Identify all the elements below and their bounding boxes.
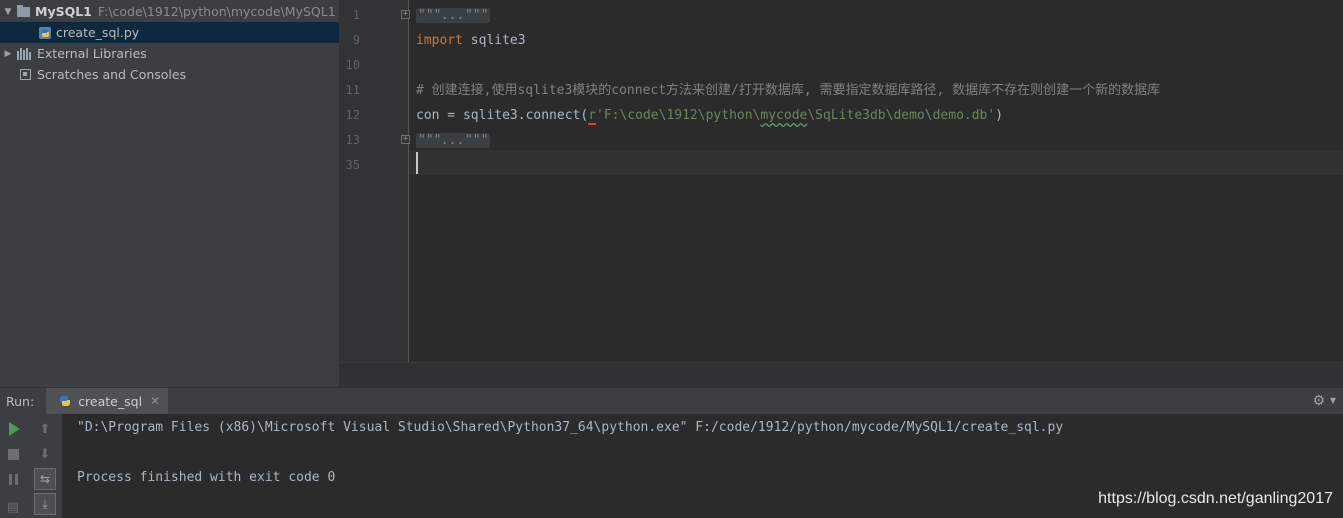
string-literal-end: \SqLite3db\demo\demo.db' — [807, 108, 996, 123]
code-line-13: """...""" — [416, 128, 491, 153]
tree-root-mysql1[interactable]: ▼ MySQL1 F:\code\1912\python\mycode\MySQ… — [0, 1, 339, 22]
soft-wrap-button[interactable]: ⇆ — [34, 468, 56, 490]
code-line-12: con = sqlite3.connect(r'F:\code\1912\pyt… — [416, 103, 1003, 128]
play-icon — [8, 422, 20, 436]
line-number: 13 — [345, 133, 360, 147]
module-name: sqlite3 — [462, 33, 526, 48]
text-cursor — [416, 152, 418, 174]
tree-item-external-libraries[interactable]: ▶ External Libraries — [0, 43, 339, 64]
folded-docstring[interactable]: """...""" — [416, 133, 491, 148]
code-line-1: """...""" — [416, 3, 491, 28]
line-number: 11 — [345, 83, 360, 97]
console-exit-line: Process finished with exit code 0 — [77, 470, 336, 485]
stop-icon — [7, 448, 19, 460]
tree-item-label: Scratches and Consoles — [37, 67, 187, 82]
ide-window: ▼ MySQL1 F:\code\1912\python\mycode\MySQ… — [0, 0, 1343, 518]
closing-paren: ) — [995, 108, 1004, 123]
layout-button[interactable]: ▤ — [4, 498, 22, 516]
editor-horizontal-scrollbar[interactable] — [340, 362, 1343, 388]
comment-text: # 创建连接,使用sqlite3模块的connect方法来创建/打开数据库, 需… — [416, 83, 1161, 98]
chevron-down-icon[interactable]: ▼ — [1330, 396, 1336, 405]
expand-right-icon[interactable]: ▶ — [3, 49, 13, 59]
raw-string-prefix: r — [588, 108, 597, 123]
console-command-line: "D:\Program Files (x86)\Microsoft Visual… — [77, 420, 1064, 435]
line-number: 35 — [345, 158, 360, 172]
current-line-highlight — [409, 150, 1343, 175]
rerun-button[interactable] — [5, 420, 23, 438]
fold-expand-icon[interactable]: + — [401, 135, 410, 144]
watermark-text: https://blog.csdn.net/ganling2017 — [1098, 490, 1333, 507]
arrow-down-icon: ⬇ — [39, 446, 51, 462]
python-icon — [60, 396, 71, 406]
run-console-output[interactable]: "D:\Program Files (x86)\Microsoft Visual… — [63, 414, 1343, 518]
folded-docstring[interactable]: """...""" — [416, 8, 491, 23]
typo-word: mycode — [760, 108, 808, 123]
run-tool-header: Run: create_sql ✕ ⚙ ▼ — [0, 387, 1343, 415]
string-literal-start: 'F:\code\1912\python\ — [596, 108, 761, 123]
close-icon[interactable]: ✕ — [150, 394, 160, 408]
tree-item-label: create_sql.py — [56, 25, 140, 40]
tree-item-scratches[interactable]: Scratches and Consoles — [0, 64, 339, 85]
tree-item-label: External Libraries — [37, 46, 147, 61]
line-number: 9 — [352, 33, 360, 47]
expand-down-icon[interactable]: ▼ — [3, 7, 13, 17]
scratches-icon — [20, 69, 31, 80]
scroll-to-end-button[interactable]: ⤓ — [34, 493, 56, 515]
keyword-import: import — [416, 33, 463, 48]
project-name: MySQL1 — [35, 4, 92, 19]
run-tab-create-sql[interactable]: create_sql ✕ — [46, 388, 169, 414]
line-number: 10 — [345, 58, 360, 72]
tree-item-create-sql[interactable]: create_sql.py — [0, 22, 339, 43]
project-path: F:\code\1912\python\mycode\MySQL1 — [97, 4, 336, 19]
layout-icon: ▤ — [6, 499, 20, 515]
python-file-icon — [39, 26, 51, 39]
project-tool-window: ▼ MySQL1 F:\code\1912\python\mycode\MySQ… — [0, 0, 340, 387]
line-number: 1 — [352, 8, 360, 22]
code-line-11: # 创建连接,使用sqlite3模块的connect方法来创建/打开数据库, 需… — [416, 78, 1160, 103]
scroll-up-button[interactable]: ⬆ — [36, 420, 54, 438]
editor-gutter: 1 9 10 11 12 13 35 + + — [340, 0, 410, 362]
scroll-to-end-icon: ⤓ — [42, 496, 48, 511]
code-line-9: import sqlite3 — [416, 28, 526, 53]
gear-icon[interactable]: ⚙ — [1312, 393, 1325, 409]
pause-icon — [8, 473, 18, 485]
line-number: 12 — [345, 108, 360, 122]
pause-button[interactable] — [4, 470, 22, 488]
run-toolbar: ⬆ ⬇ ⇆ ▤ ⤓ — [0, 414, 62, 518]
code-editor[interactable]: 1 9 10 11 12 13 35 + + """...""" import … — [340, 0, 1343, 362]
soft-wrap-icon: ⇆ — [39, 472, 51, 486]
folder-icon — [17, 4, 30, 17]
libraries-icon — [17, 47, 31, 60]
run-tab-label: create_sql — [78, 393, 143, 409]
arrow-up-icon: ⬆ — [39, 421, 51, 437]
scroll-down-button[interactable]: ⬇ — [36, 445, 54, 463]
fold-expand-icon[interactable]: + — [401, 10, 410, 19]
stop-button[interactable] — [4, 445, 22, 463]
code-call: con = sqlite3.connect( — [416, 108, 589, 123]
run-label: Run: — [6, 393, 35, 409]
